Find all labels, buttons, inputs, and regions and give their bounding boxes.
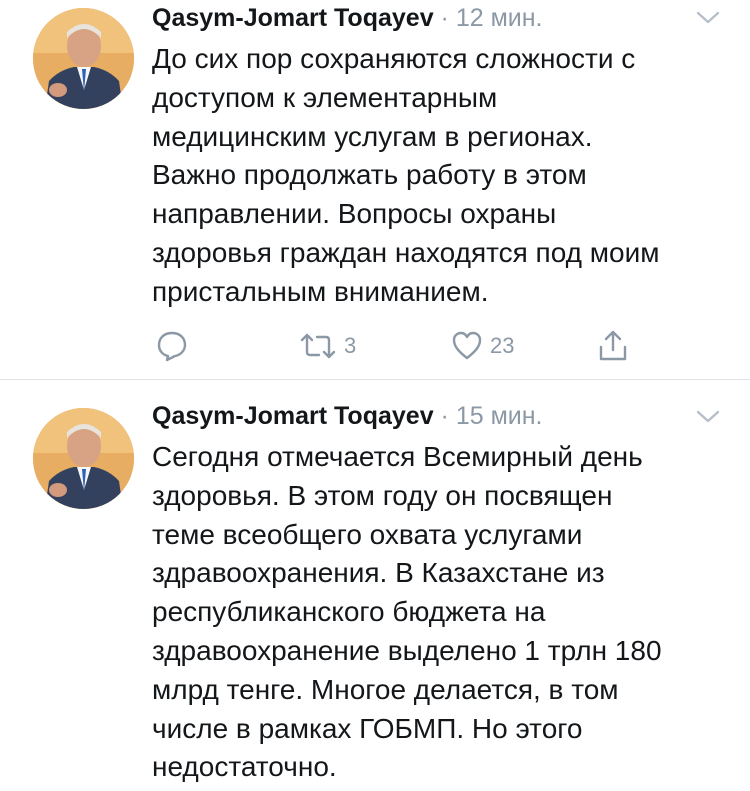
tweet-2[interactable]: Qasym-Jomart Toqayev · 15 мин. Сегодня о… bbox=[0, 380, 750, 791]
chevron-down-icon[interactable] bbox=[695, 10, 721, 26]
avatar[interactable] bbox=[33, 8, 134, 109]
retweet-icon bbox=[298, 332, 338, 360]
separator-dot: · bbox=[440, 4, 449, 32]
reply-button[interactable] bbox=[155, 326, 189, 366]
author-name[interactable]: Qasym-Jomart Toqayev bbox=[152, 4, 434, 32]
like-count: 23 bbox=[490, 333, 515, 358]
like-button[interactable]: 23 bbox=[450, 326, 514, 366]
author-name[interactable]: Qasym-Jomart Toqayev bbox=[152, 402, 434, 430]
heart-icon bbox=[450, 329, 484, 363]
avatar-image bbox=[33, 408, 134, 509]
tweet-header: Qasym-Jomart Toqayev · 15 мин. bbox=[152, 401, 543, 431]
tweet-actions: 3 23 bbox=[0, 326, 750, 366]
retweet-count: 3 bbox=[344, 333, 357, 358]
separator-dot: · bbox=[440, 402, 449, 430]
avatar[interactable] bbox=[33, 408, 134, 509]
timestamp[interactable]: 15 мин. bbox=[456, 402, 543, 430]
avatar-image bbox=[33, 8, 134, 109]
tweet-text: До сих пор сохраняются сложности с досту… bbox=[152, 43, 660, 307]
share-icon bbox=[596, 329, 630, 363]
tweet-text: Сегодня отмечается Всемирный день здоров… bbox=[152, 441, 662, 783]
chevron-down-icon[interactable] bbox=[695, 409, 721, 425]
tweet-header: Qasym-Jomart Toqayev · 12 мин. bbox=[152, 3, 543, 33]
tweet-1[interactable]: Qasym-Jomart Toqayev · 12 мин. До сих по… bbox=[0, 0, 750, 380]
reply-icon bbox=[155, 329, 189, 363]
share-button[interactable] bbox=[596, 326, 630, 366]
retweet-button[interactable]: 3 bbox=[298, 326, 356, 366]
timestamp[interactable]: 12 мин. bbox=[456, 4, 543, 32]
